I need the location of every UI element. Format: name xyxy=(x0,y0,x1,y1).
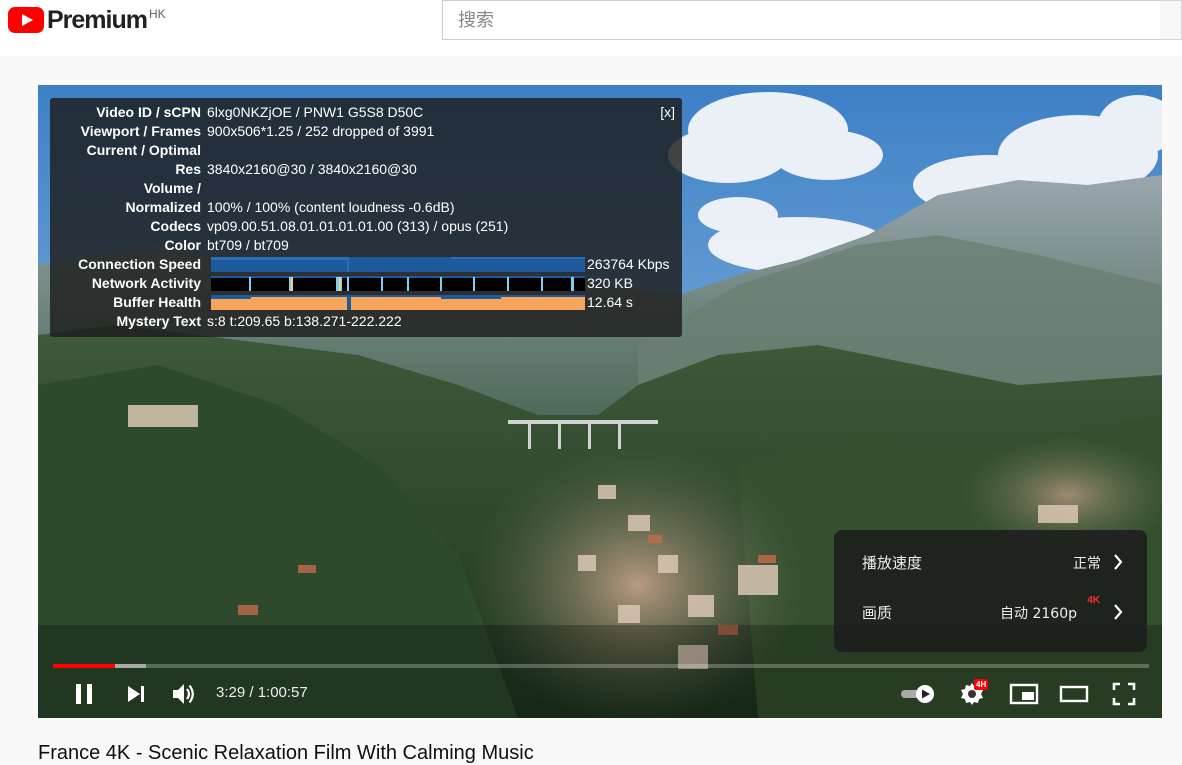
volume-icon xyxy=(173,684,194,704)
stat-row-connection-speed: Connection Speed 263764 Kbps xyxy=(50,255,682,274)
menu-item-value: 自动 2160p xyxy=(1000,606,1077,622)
search-input[interactable] xyxy=(443,1,1161,39)
settings-button[interactable] xyxy=(952,670,992,718)
time-display: 3:29 / 1:00:57 xyxy=(216,684,308,701)
fullscreen-button[interactable] xyxy=(1104,670,1144,718)
top-header: Premium HK xyxy=(0,0,1182,56)
stat-label: Volume / xyxy=(143,180,201,196)
stat-value: vp09.00.51.08.01.01.01.01.00 (313) / opu… xyxy=(207,218,509,234)
stat-row-res: Res 3840x2160@30 / 3840x2160@30 xyxy=(50,160,682,179)
stat-label: Connection Speed xyxy=(78,256,201,272)
connection-speed-graph xyxy=(211,257,585,272)
youtube-play-icon xyxy=(8,7,44,33)
stat-row-viewport: Viewport / Frames 900x506*1.25 / 252 dro… xyxy=(50,122,682,141)
buffer-health-graph xyxy=(211,295,585,310)
stat-value: s:8 t:209.65 b:138.271-222.222 xyxy=(207,313,402,329)
theater-mode-button[interactable] xyxy=(1054,670,1094,718)
video-player[interactable]: [x] Video ID / sCPN 6lxg0NKZjOE / PNW1 G… xyxy=(38,85,1162,718)
stat-label: Video ID / sCPN xyxy=(96,104,201,120)
quality-4k-badge: 4K xyxy=(1087,595,1100,606)
stat-value: 263764 Kbps xyxy=(587,256,670,272)
stat-label: Normalized xyxy=(125,199,201,215)
stat-row-mystery-text: Mystery Text s:8 t:209.65 b:138.271-222.… xyxy=(50,312,682,331)
progress-bar[interactable] xyxy=(53,664,1149,668)
search-box xyxy=(442,0,1162,40)
menu-item-label: 画质 xyxy=(862,604,893,622)
stat-row-volume: Volume / xyxy=(50,179,682,198)
mute-button[interactable] xyxy=(166,670,202,718)
stat-label: Buffer Health xyxy=(113,294,201,310)
pause-button[interactable] xyxy=(66,670,102,718)
stat-row-normalized: Normalized 100% / 100% (content loudness… xyxy=(50,198,682,217)
next-button[interactable] xyxy=(118,670,154,718)
fullscreen-icon xyxy=(1112,682,1136,706)
stat-label: Res xyxy=(175,161,201,177)
stat-value: 3840x2160@30 / 3840x2160@30 xyxy=(207,161,417,177)
stat-value: 900x506*1.25 / 252 dropped of 3991 xyxy=(207,123,435,139)
youtube-premium-logo[interactable]: Premium HK xyxy=(8,6,166,36)
stats-for-nerds-panel: [x] Video ID / sCPN 6lxg0NKZjOE / PNW1 G… xyxy=(50,98,682,337)
menu-item-quality[interactable]: 画质 自动 2160p 4K xyxy=(834,586,1147,636)
stat-value: 6lxg0NKZjOE / PNW1 G5S8 D50C xyxy=(207,104,424,120)
stat-row-buffer-health: Buffer Health 12.64 s xyxy=(50,293,682,312)
chevron-right-icon xyxy=(1114,604,1123,620)
skip-next-icon xyxy=(128,686,144,702)
stat-value: 12.64 s xyxy=(587,294,633,310)
stat-row-color: Color bt709 / bt709 xyxy=(50,236,682,255)
player-controls: 3:29 / 1:00:57 4H xyxy=(38,670,1162,718)
stat-value: bt709 / bt709 xyxy=(207,237,289,253)
stat-label: Current / Optimal xyxy=(86,142,201,158)
menu-item-value: 正常 xyxy=(1073,556,1101,572)
miniplayer-icon xyxy=(1009,683,1039,705)
stat-value: 320 KB xyxy=(587,275,633,291)
stat-row-current-optimal: Current / Optimal xyxy=(50,141,682,160)
autoplay-toggle-icon xyxy=(901,685,934,703)
logo-region: HK xyxy=(148,7,166,21)
theater-mode-icon xyxy=(1059,685,1089,703)
chevron-right-icon xyxy=(1114,554,1123,570)
settings-menu: 播放速度 正常 画质 自动 2160p 4K xyxy=(834,530,1147,652)
pause-icon xyxy=(76,684,92,704)
stat-label: Color xyxy=(164,237,201,253)
stat-row-network-activity: Network Activity 320 KB xyxy=(50,274,682,293)
menu-item-playback-speed[interactable]: 播放速度 正常 xyxy=(834,536,1147,586)
settings-quality-badge: 4H xyxy=(974,679,989,690)
stat-label: Mystery Text xyxy=(116,313,201,329)
miniplayer-button[interactable] xyxy=(1004,670,1044,718)
logo-text: Premium xyxy=(47,6,148,34)
network-activity-graph xyxy=(211,276,585,291)
autoplay-toggle[interactable] xyxy=(896,670,940,718)
stat-value: 100% / 100% (content loudness -0.6dB) xyxy=(207,199,455,215)
stat-label: Network Activity xyxy=(91,275,201,291)
stat-label: Codecs xyxy=(150,218,201,234)
search-button[interactable] xyxy=(1160,0,1182,40)
stat-label: Viewport / Frames xyxy=(80,123,201,139)
stat-row-video-id: Video ID / sCPN 6lxg0NKZjOE / PNW1 G5S8 … xyxy=(50,103,682,122)
progress-played xyxy=(53,664,116,668)
stat-row-codecs: Codecs vp09.00.51.08.01.01.01.01.00 (313… xyxy=(50,217,682,236)
menu-item-label: 播放速度 xyxy=(862,554,923,572)
